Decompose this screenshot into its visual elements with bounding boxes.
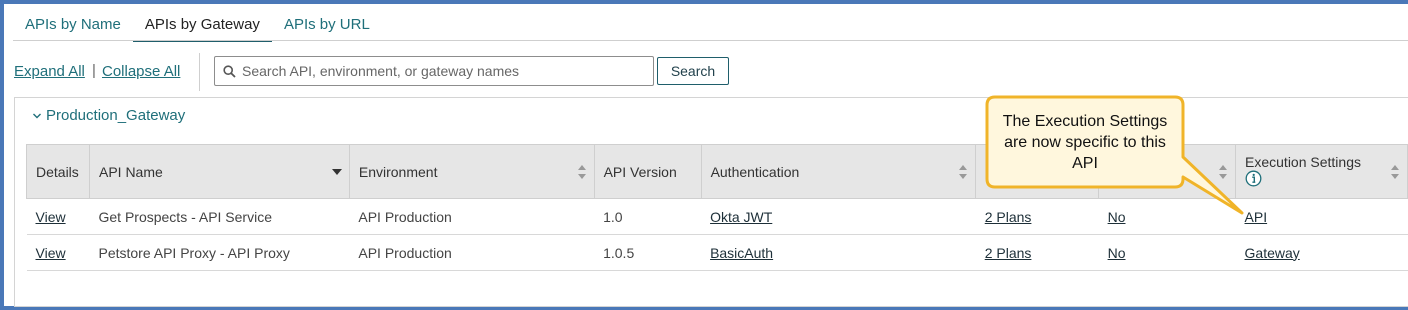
tab-bar: APIs by Name APIs by Gateway APIs by URL	[13, 8, 382, 42]
table-row: View Petstore API Proxy - API Proxy API …	[26, 234, 1408, 271]
tab-apis-by-url[interactable]: APIs by URL	[272, 8, 382, 42]
api-name-cell: Petstore API Proxy - API Proxy	[89, 234, 350, 271]
view-details-link[interactable]: View	[36, 209, 66, 225]
api-version-cell: 1.0.5	[594, 234, 702, 271]
chevron-down-icon[interactable]	[32, 112, 42, 120]
authentication-link[interactable]: BasicAuth	[710, 245, 773, 261]
header-label: Authentication	[710, 163, 800, 180]
header-label: Environment	[358, 163, 438, 180]
header-label: API Version	[603, 163, 677, 180]
sort-icon	[1391, 165, 1399, 179]
execution-settings-link[interactable]: Gateway	[1245, 245, 1300, 261]
column-header-details[interactable]: Details	[26, 144, 90, 199]
sort-descending-icon	[331, 169, 342, 175]
header-label: Details	[36, 163, 79, 180]
column-header-authentication[interactable]: Authentication	[701, 144, 977, 199]
collapse-all-link[interactable]: Collapse All	[102, 63, 180, 80]
callout-text: The Execution Settings are now specific …	[1002, 113, 1168, 172]
column-header-execution-settings[interactable]: Execution Settings	[1235, 144, 1408, 199]
search-box	[214, 56, 654, 86]
sort-icon	[959, 165, 968, 179]
column-header-environment[interactable]: Environment	[349, 144, 595, 199]
column-header-api-version[interactable]: API Version	[594, 144, 702, 199]
tab-apis-by-name[interactable]: APIs by Name	[13, 8, 133, 42]
header-label: Execution Settings	[1245, 153, 1361, 170]
toolbar-separator: |	[92, 62, 96, 79]
group-title[interactable]: Production_Gateway	[46, 107, 185, 124]
toolbar-divider	[199, 53, 200, 91]
plans-link[interactable]: 2 Plans	[985, 245, 1032, 261]
environment-cell: API Production	[349, 234, 595, 271]
execution-settings-link[interactable]: API	[1245, 209, 1268, 225]
authentication-link[interactable]: Okta JWT	[710, 209, 772, 225]
url-link[interactable]: No	[1108, 245, 1126, 261]
search-icon	[223, 64, 236, 78]
search-input[interactable]	[242, 63, 642, 79]
api-name-cell: Get Prospects - API Service	[89, 198, 350, 235]
expand-all-link[interactable]: Expand All	[14, 63, 85, 80]
search-button[interactable]: Search	[657, 57, 729, 85]
info-icon[interactable]	[1245, 170, 1262, 187]
tabs-divider	[13, 40, 1408, 41]
column-header-api-name[interactable]: API Name	[89, 144, 350, 199]
environment-cell: API Production	[349, 198, 595, 235]
sort-icon	[577, 165, 586, 179]
view-details-link[interactable]: View	[36, 245, 66, 261]
api-version-cell: 1.0	[594, 198, 702, 235]
tab-apis-by-gateway[interactable]: APIs by Gateway	[132, 8, 272, 42]
header-label: API Name	[98, 163, 163, 180]
